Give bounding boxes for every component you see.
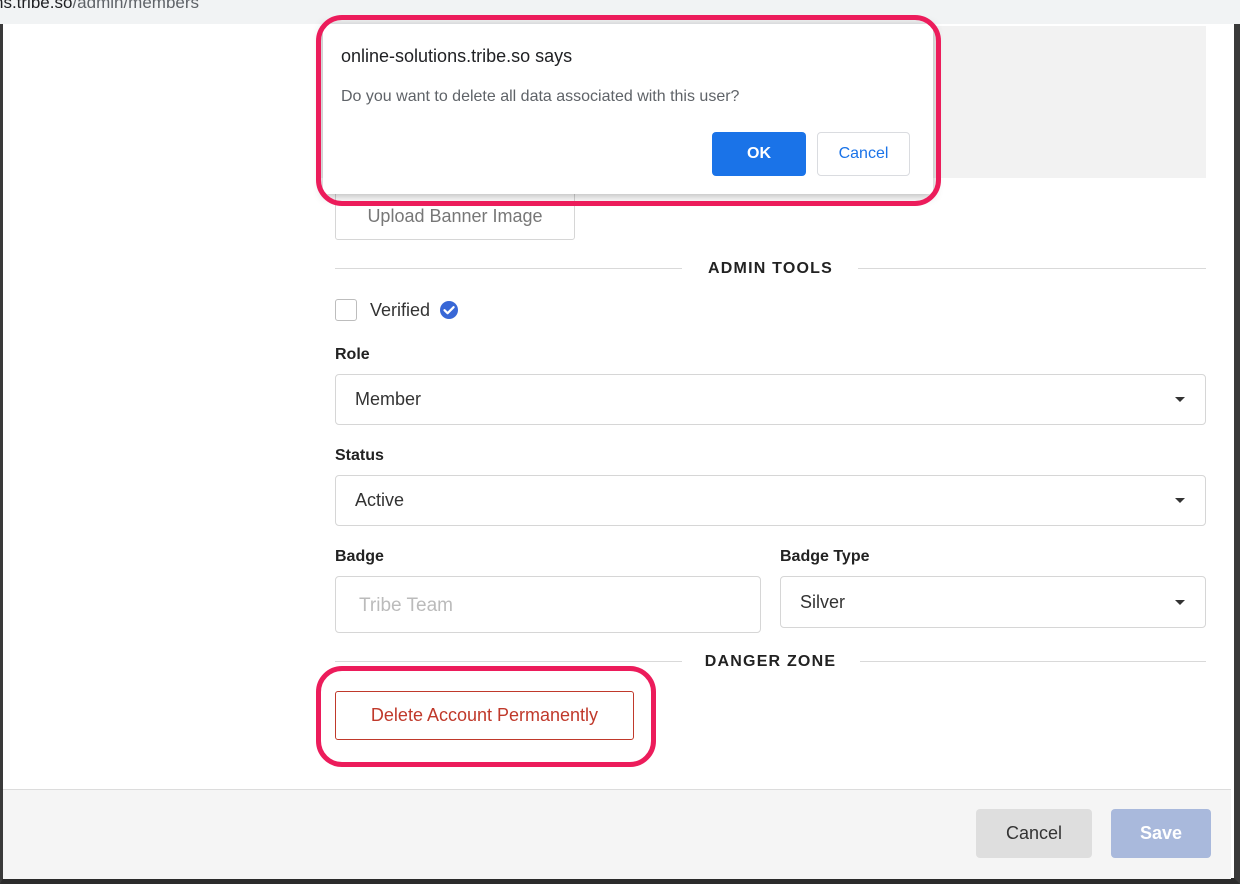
dialog-title: online-solutions.tribe.so says [341, 46, 573, 66]
cancel-button[interactable]: Cancel [976, 809, 1092, 858]
status-label: Status [335, 447, 384, 464]
confirm-dialog: online-solutions.tribe.so says Do you wa… [323, 24, 933, 194]
delete-account-button[interactable]: Delete Account Permanently [335, 691, 634, 740]
badge-type-value: Silver [800, 592, 846, 612]
verified-checkbox[interactable] [335, 299, 357, 321]
badge-label: Badge [335, 548, 384, 565]
status-select[interactable]: Active [335, 475, 1206, 526]
verified-check-icon [440, 301, 458, 319]
danger-zone-title: DANGER ZONE [704, 653, 837, 670]
role-label: Role [335, 346, 370, 363]
badge-type-label: Badge Type [780, 548, 870, 565]
dialog-cancel-button[interactable]: Cancel [817, 132, 910, 176]
badge-type-select[interactable]: Silver [780, 576, 1206, 628]
save-button[interactable]: Save [1111, 809, 1211, 858]
danger-zone-divider: DANGER ZONE [335, 650, 1206, 674]
role-value: Member [355, 389, 422, 409]
caret-down-icon [1175, 600, 1185, 605]
browser-address-bar[interactable]: ns.tribe.so/admin/members [0, 0, 1240, 25]
dialog-message: Do you want to delete all data associate… [341, 88, 740, 105]
caret-down-icon [1175, 498, 1185, 503]
url-text: ns.tribe.so/admin/members [0, 0, 200, 12]
caret-down-icon [1175, 397, 1185, 402]
badge-placeholder: Tribe Team [359, 595, 453, 616]
status-value: Active [355, 490, 405, 510]
role-select[interactable]: Member [335, 374, 1206, 425]
badge-input[interactable]: Tribe Team [335, 576, 761, 633]
verified-label: Verified [370, 300, 431, 320]
upload-banner-button[interactable]: Upload Banner Image [335, 190, 575, 240]
dialog-ok-button[interactable]: OK [712, 132, 806, 176]
admin-tools-title: ADMIN TOOLS [708, 260, 833, 277]
admin-tools-divider: ADMIN TOOLS [335, 257, 1206, 281]
